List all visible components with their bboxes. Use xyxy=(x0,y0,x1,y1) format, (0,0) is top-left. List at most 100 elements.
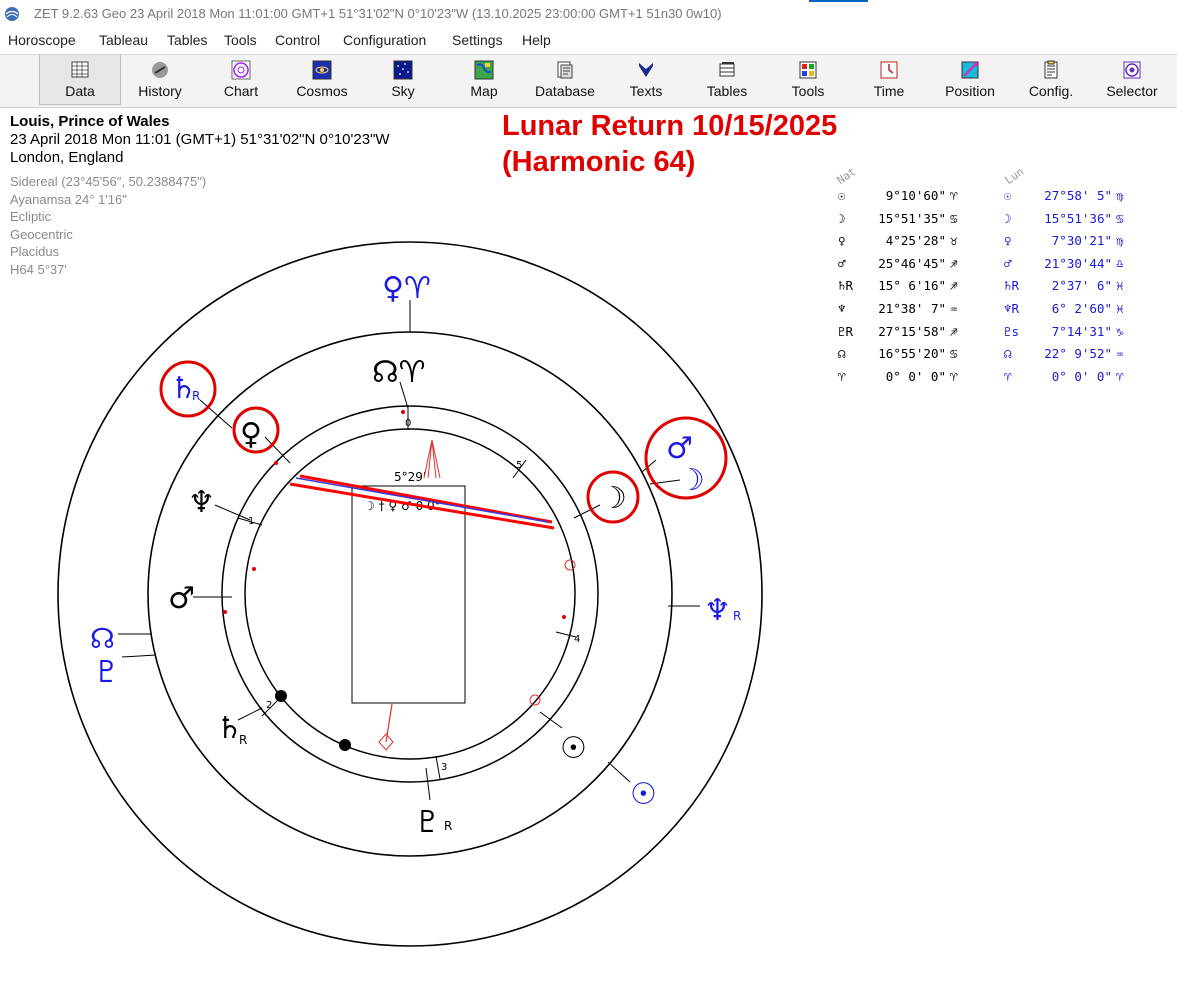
highlight-circles xyxy=(159,360,728,524)
natal-glyph-layer: ☊♈ ♀ ♆ ♂ ♄ R ♇ R ☉ ☽ xyxy=(168,355,627,840)
menu-settings[interactable]: Settings xyxy=(452,32,503,48)
house-number-5: 5 xyxy=(516,460,522,471)
connector-natal-moon xyxy=(573,504,601,519)
toolbar: Data History Chart Cosmos Sky Map Databa… xyxy=(0,54,1177,108)
lun-sign: ♒ xyxy=(1116,346,1124,362)
toolbar-map-button[interactable]: Map xyxy=(444,55,524,105)
sky-icon xyxy=(393,60,413,80)
wheel-rings xyxy=(57,241,763,947)
toolbar-cosmos-button[interactable]: Cosmos xyxy=(282,55,362,105)
connector-lunar-saturn xyxy=(199,399,233,429)
connector-natal-saturn xyxy=(237,707,263,721)
cusp-5 xyxy=(512,459,527,479)
lunar-return-headline: Lunar Return 10/15/2025 (Harmonic 64) xyxy=(502,108,837,180)
nat-sign: ♐ xyxy=(950,278,958,294)
menu-help[interactable]: Help xyxy=(522,32,551,48)
nat-value: 9°10'60" xyxy=(885,188,946,203)
headline-line-2: (Harmonic 64) xyxy=(502,146,696,178)
toolbar-data-button[interactable]: Data xyxy=(39,55,121,105)
connector-natal-sun xyxy=(539,711,563,729)
cosmos-icon xyxy=(312,60,332,80)
lun-value: 7°30'21" xyxy=(1051,233,1112,249)
highlight-lunar-saturn xyxy=(159,360,217,418)
cusp-4 xyxy=(555,631,577,638)
lun-glyph: ♄R xyxy=(1004,278,1020,294)
natal-sun-glyph: ☉ xyxy=(560,731,587,766)
natal-venus-glyph: ♀ xyxy=(240,417,262,452)
aspect-rectangle xyxy=(351,485,466,704)
connector-lunar-mars xyxy=(641,459,657,473)
marker-small-4 xyxy=(274,461,278,465)
connector-lunar-sun xyxy=(607,761,631,783)
node-aries-glyph: ☊♈ xyxy=(372,355,426,390)
house-number-1: 1 xyxy=(248,516,254,527)
lun-glyph: ♆R xyxy=(1004,301,1020,316)
natal-mars-glyph: ♂ xyxy=(168,581,195,616)
natal-moon-glyph: ☽ xyxy=(600,481,627,516)
lunar-saturn-glyph: ♄ xyxy=(170,371,197,406)
toolbar-history-button[interactable]: History xyxy=(120,55,200,105)
cusp-3 xyxy=(435,755,441,780)
aspect-line-2 xyxy=(289,482,555,530)
texts-icon xyxy=(639,63,653,77)
marker-red-1 xyxy=(564,559,576,571)
nat-sign: ♈ xyxy=(950,188,958,203)
menu-configuration[interactable]: Configuration xyxy=(343,32,426,48)
natal-saturn-glyph: ♄ xyxy=(216,711,243,746)
setting-zodiac: Sidereal (23°45'56", 50.2388475") xyxy=(10,174,207,189)
lun-sign: ♍ xyxy=(1116,188,1124,203)
house-number-3: 3 xyxy=(441,762,447,773)
marker-small-2 xyxy=(223,610,227,614)
lun-value: 6° 2'60" xyxy=(1051,301,1112,316)
setting-ayanamsa: Ayanamsa 24° 1'16" xyxy=(10,191,127,207)
toolbar-config-button[interactable]: Config. xyxy=(1011,55,1091,105)
natal-saturn-retro: R xyxy=(239,733,247,747)
nat-sign: ♐ xyxy=(950,323,958,339)
birth-datetime: 23 April 2018 Mon 11:01 (GMT+1) 51°31'02… xyxy=(10,131,390,148)
toolbar-tools-button[interactable]: Tools xyxy=(768,55,848,105)
menu-tableau[interactable]: Tableau xyxy=(99,32,148,48)
lun-sign: ♎ xyxy=(1116,255,1124,271)
lunar-saturn-retro: R xyxy=(192,389,200,403)
highlight-natal-moon xyxy=(586,470,640,524)
lun-glyph: ☽ xyxy=(1004,210,1012,226)
connector-natal-pluto xyxy=(425,767,431,801)
nat-sign: ♒ xyxy=(950,301,958,316)
toolbar-time-button[interactable]: Time xyxy=(849,55,929,105)
menu-tools[interactable]: Tools xyxy=(224,32,257,48)
app-globe-icon xyxy=(5,7,19,21)
nat-glyph: ♈ xyxy=(838,368,846,384)
lun-glyph: ♀ xyxy=(1004,233,1012,249)
horoscope-info: Louis, Prince of Wales 23 April 2018 Mon… xyxy=(10,113,390,278)
menu-tables[interactable]: Tables xyxy=(167,32,207,48)
house-number-0: 0 xyxy=(405,418,411,429)
menu-control[interactable]: Control xyxy=(275,32,320,48)
header-nat: Nat xyxy=(834,164,859,187)
toolbar-texts-button[interactable]: Texts xyxy=(606,55,686,105)
lun-sign: ♍ xyxy=(1116,233,1124,249)
lun-sign: ♑ xyxy=(1116,323,1124,339)
nat-sign: ♈ xyxy=(950,368,958,384)
menu-horoscope[interactable]: Horoscope xyxy=(8,32,76,48)
toolbar-tables-button[interactable]: Tables xyxy=(687,55,767,105)
natal-pluto-glyph: ♇ xyxy=(414,805,441,840)
connector-node-aries xyxy=(399,381,409,409)
lun-glyph: ♈ xyxy=(1004,368,1012,384)
selector-icon xyxy=(1123,61,1141,79)
highlight-lunar-mars-moon xyxy=(644,416,728,500)
aspect-arrow-bottom xyxy=(385,703,393,743)
toolbar-selector-button[interactable]: Selector xyxy=(1092,55,1172,105)
toolbar-position-button[interactable]: Position xyxy=(930,55,1010,105)
lun-value: 7°14'31" xyxy=(1051,323,1112,339)
toolbar-database-button[interactable]: Database xyxy=(525,55,605,105)
lun-glyph: ☉ xyxy=(1004,188,1012,203)
birth-place: London, England xyxy=(10,149,124,166)
house-number-4: 4 xyxy=(574,634,580,645)
connector-lunar-pluto xyxy=(121,654,157,658)
toolbar-sky-button[interactable]: Sky xyxy=(363,55,443,105)
toolbar-chart-button[interactable]: Chart xyxy=(201,55,281,105)
lun-value: 27°58' 5" xyxy=(1044,188,1112,203)
aspect-box-glyphs: ☽ † ♀ ♂ 0 0° xyxy=(364,499,441,513)
setting-harmonic: H64 5°37' xyxy=(10,261,67,277)
lun-glyph: ♇s xyxy=(1004,323,1020,339)
